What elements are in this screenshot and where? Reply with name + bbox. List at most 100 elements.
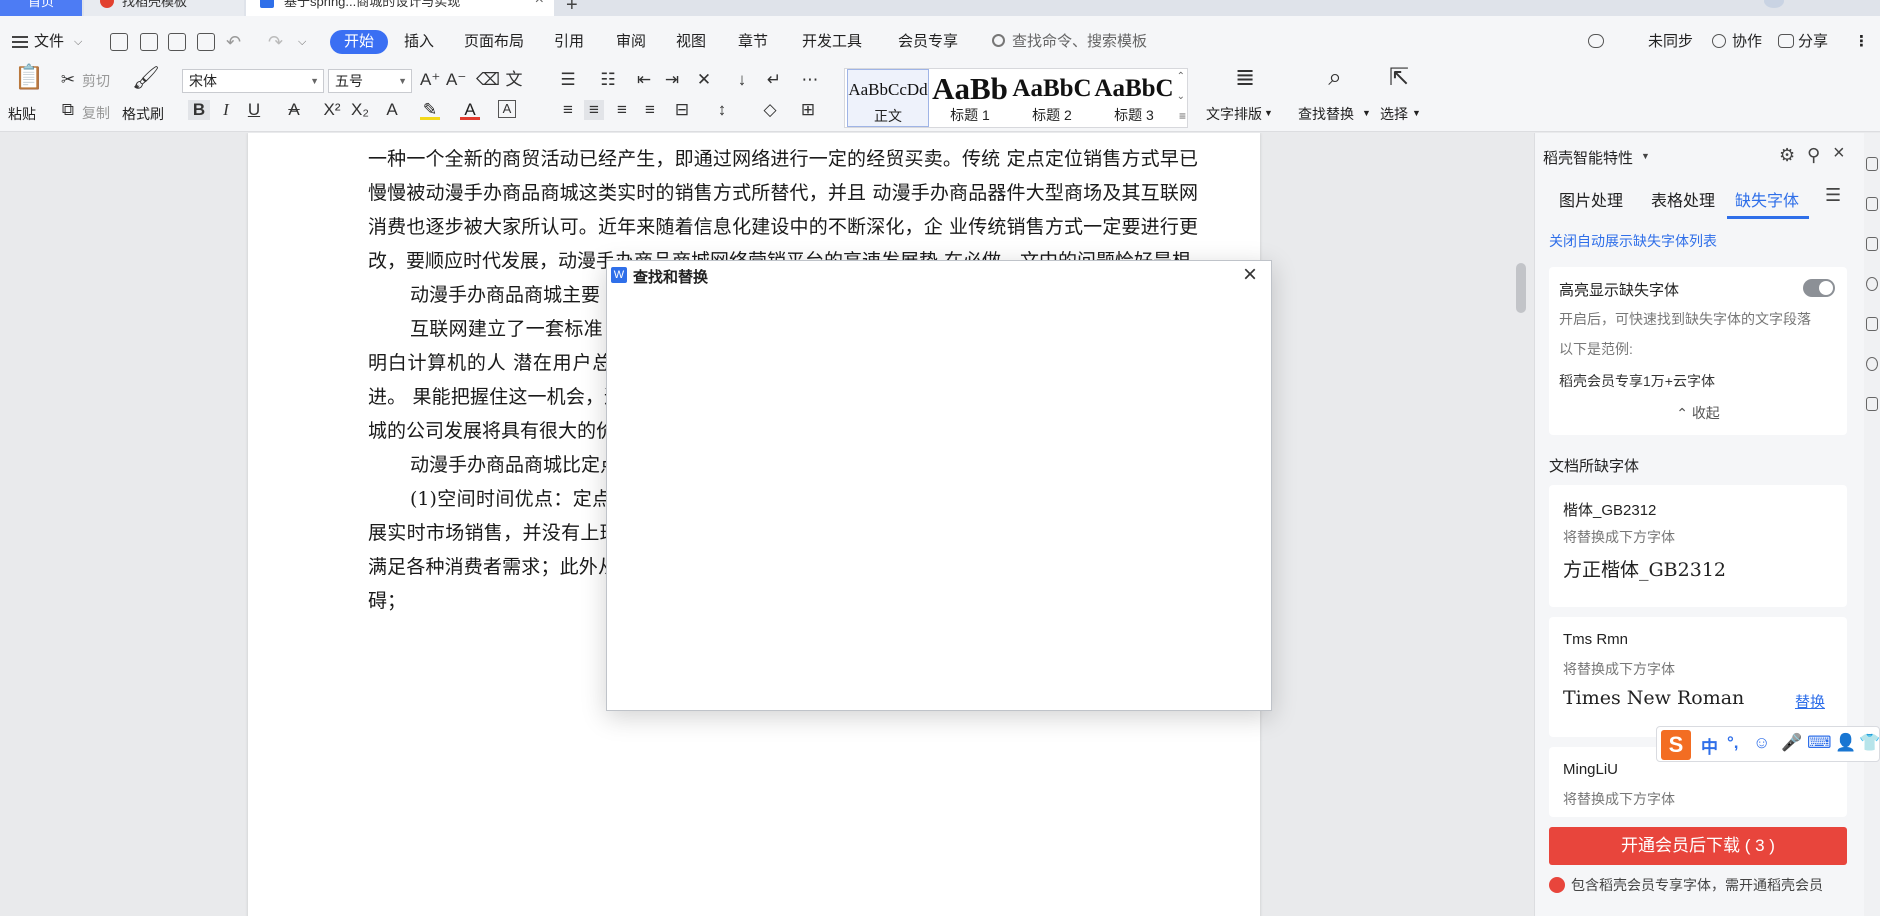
copy-icon[interactable]: ⧉: [58, 100, 78, 120]
highlight-icon[interactable]: ✎: [420, 100, 440, 120]
panel-tab-missing-fonts[interactable]: 缺失字体: [1735, 187, 1799, 211]
style-more-icon[interactable]: ≡: [1179, 109, 1186, 123]
panel-tab-table[interactable]: 表格处理: [1651, 187, 1715, 211]
distribute-icon[interactable]: ⊟: [672, 100, 692, 120]
command-search[interactable]: 查找命令、搜索模板: [1012, 31, 1147, 53]
increase-indent-icon[interactable]: ⇥: [662, 70, 682, 90]
ribbon-tab-chapter[interactable]: 章节: [738, 31, 768, 53]
borders-icon[interactable]: ⊞: [798, 100, 818, 120]
style-heading-3[interactable]: AaBbC 标题 3: [1093, 69, 1175, 127]
show-marks-icon[interactable]: ↵: [764, 70, 784, 90]
microphone-icon[interactable]: 🎤: [1781, 733, 1802, 753]
format-brush-button[interactable]: 格式刷: [122, 104, 164, 124]
ribbon-tab-view[interactable]: 视图: [676, 31, 706, 53]
close-icon[interactable]: ×: [1243, 261, 1257, 289]
emoji-icon[interactable]: ☺: [1753, 733, 1770, 753]
ribbon-tab-references[interactable]: 引用: [554, 31, 584, 53]
replacement-font[interactable]: Times New Roman: [1563, 687, 1744, 709]
underline-icon[interactable]: U: [244, 100, 264, 120]
align-right-icon[interactable]: ≡: [612, 100, 632, 120]
sogou-logo[interactable]: S: [1661, 730, 1691, 760]
ime-mode[interactable]: 中: [1701, 733, 1718, 758]
download-fonts-button[interactable]: 开通会员后下载 ( 3 ): [1549, 827, 1847, 865]
copy-button[interactable]: 复制: [82, 103, 110, 123]
close-icon[interactable]: ×: [1833, 142, 1845, 165]
side-tool-icon[interactable]: [1866, 157, 1878, 171]
print-icon[interactable]: [168, 33, 186, 51]
panel-tab-image[interactable]: 图片处理: [1559, 187, 1623, 211]
file-menu[interactable]: 文件: [34, 31, 64, 53]
style-heading-2[interactable]: AaBbC 标题 2: [1011, 69, 1093, 127]
chevron-down-icon[interactable]: ▼: [1641, 151, 1650, 161]
text-effect-icon[interactable]: A: [382, 100, 402, 120]
justify-icon[interactable]: ≡: [640, 100, 660, 120]
numbered-list-icon[interactable]: ☷: [598, 70, 618, 90]
cursor-icon[interactable]: ⇱: [1386, 66, 1412, 96]
side-tool-icon[interactable]: [1866, 197, 1878, 211]
grow-font-icon[interactable]: A⁺: [420, 70, 440, 90]
phonetic-icon[interactable]: 文: [504, 70, 524, 90]
style-normal[interactable]: AaBbCcDd 正文: [847, 69, 929, 127]
text-layout-icon[interactable]: ≣: [1230, 66, 1260, 96]
side-tool-icon[interactable]: [1866, 237, 1878, 251]
missing-font-card[interactable]: 楷体_GB2312 将替换成下方字体 方正楷体_GB2312: [1549, 485, 1847, 607]
avatar[interactable]: [1764, 0, 1784, 8]
font-name-select[interactable]: 宋体 ▼: [182, 69, 324, 93]
strikethrough-icon[interactable]: A: [284, 100, 304, 120]
collaborate-button[interactable]: 协作: [1732, 31, 1762, 53]
bold-icon[interactable]: B: [188, 100, 210, 120]
shading-icon[interactable]: ◇: [760, 100, 780, 120]
paste-icon[interactable]: 📋: [14, 66, 44, 96]
list-menu-icon[interactable]: ☰: [1825, 185, 1841, 206]
find-replace-button[interactable]: 查找替换: [1298, 104, 1354, 124]
panel-title[interactable]: 稻壳智能特性: [1543, 147, 1633, 168]
decrease-indent-icon[interactable]: ⇤: [634, 70, 654, 90]
ribbon-tab-member[interactable]: 会员专享: [898, 31, 958, 53]
cut-icon[interactable]: ✂: [58, 70, 78, 90]
print-preview-icon[interactable]: [197, 33, 215, 51]
format-brush-icon[interactable]: 🖌: [132, 67, 160, 96]
ribbon-tab-review[interactable]: 审阅: [616, 31, 646, 53]
chevron-up-icon[interactable]: ⌃: [1177, 71, 1185, 82]
more-icon[interactable]: ⋮: [1854, 31, 1869, 53]
sort-icon[interactable]: ↓: [732, 70, 752, 90]
ribbon-tab-developer[interactable]: 开发工具: [802, 31, 862, 53]
replace-button[interactable]: 替换: [1795, 691, 1825, 712]
close-auto-show-link[interactable]: 关闭自动展示缺失字体列表: [1549, 231, 1717, 251]
share-button[interactable]: 分享: [1798, 31, 1828, 53]
cut-button[interactable]: 剪切: [82, 71, 110, 91]
ribbon-tab-layout[interactable]: 页面布局: [464, 31, 524, 53]
ribbon-tab-insert[interactable]: 插入: [404, 31, 434, 53]
skin-icon[interactable]: 👕: [1859, 733, 1880, 753]
superscript-icon[interactable]: X²: [322, 100, 342, 120]
select-button[interactable]: 选择: [1380, 104, 1408, 124]
gear-icon[interactable]: ⚙: [1779, 145, 1795, 166]
text-layout-button[interactable]: 文字排版: [1206, 104, 1262, 124]
chevron-down-icon[interactable]: ⌄: [1177, 91, 1185, 102]
menu-icon[interactable]: [12, 36, 28, 48]
clear-format-icon[interactable]: ⌫: [476, 70, 500, 90]
export-pdf-icon[interactable]: [140, 33, 158, 51]
document-scrollbar[interactable]: [1516, 139, 1526, 909]
side-tool-icon[interactable]: [1866, 317, 1878, 331]
style-heading-1[interactable]: AaBb 标题 1: [929, 69, 1011, 127]
align-left-icon[interactable]: ≡: [558, 100, 578, 120]
table-split-icon[interactable]: ⋯: [800, 70, 820, 90]
italic-icon[interactable]: I: [216, 100, 236, 120]
font-size-select[interactable]: 五号 ▼: [328, 69, 412, 93]
ribbon-tab-home[interactable]: 开始: [330, 30, 389, 54]
side-tool-icon[interactable]: [1866, 397, 1878, 411]
paste-button[interactable]: 粘贴: [8, 104, 36, 124]
highlight-toggle[interactable]: [1803, 279, 1835, 297]
missing-font-card[interactable]: Tms Rmn 将替换成下方字体 Times New Roman 替换: [1549, 617, 1847, 737]
scrollbar-thumb[interactable]: [1516, 263, 1526, 313]
find-replace-icon[interactable]: ⌕: [1320, 66, 1350, 96]
close-tab-icon[interactable]: ×: [535, 0, 544, 8]
replacement-font[interactable]: 方正楷体_GB2312: [1563, 555, 1726, 582]
font-color-icon[interactable]: A: [460, 100, 480, 120]
chevron-down-icon[interactable]: ⌵: [74, 31, 82, 53]
subscript-icon[interactable]: X₂: [350, 100, 370, 120]
redo-icon[interactable]: ↷: [268, 31, 283, 53]
side-tool-icon[interactable]: [1866, 277, 1878, 291]
user-icon[interactable]: 👤: [1835, 733, 1856, 753]
